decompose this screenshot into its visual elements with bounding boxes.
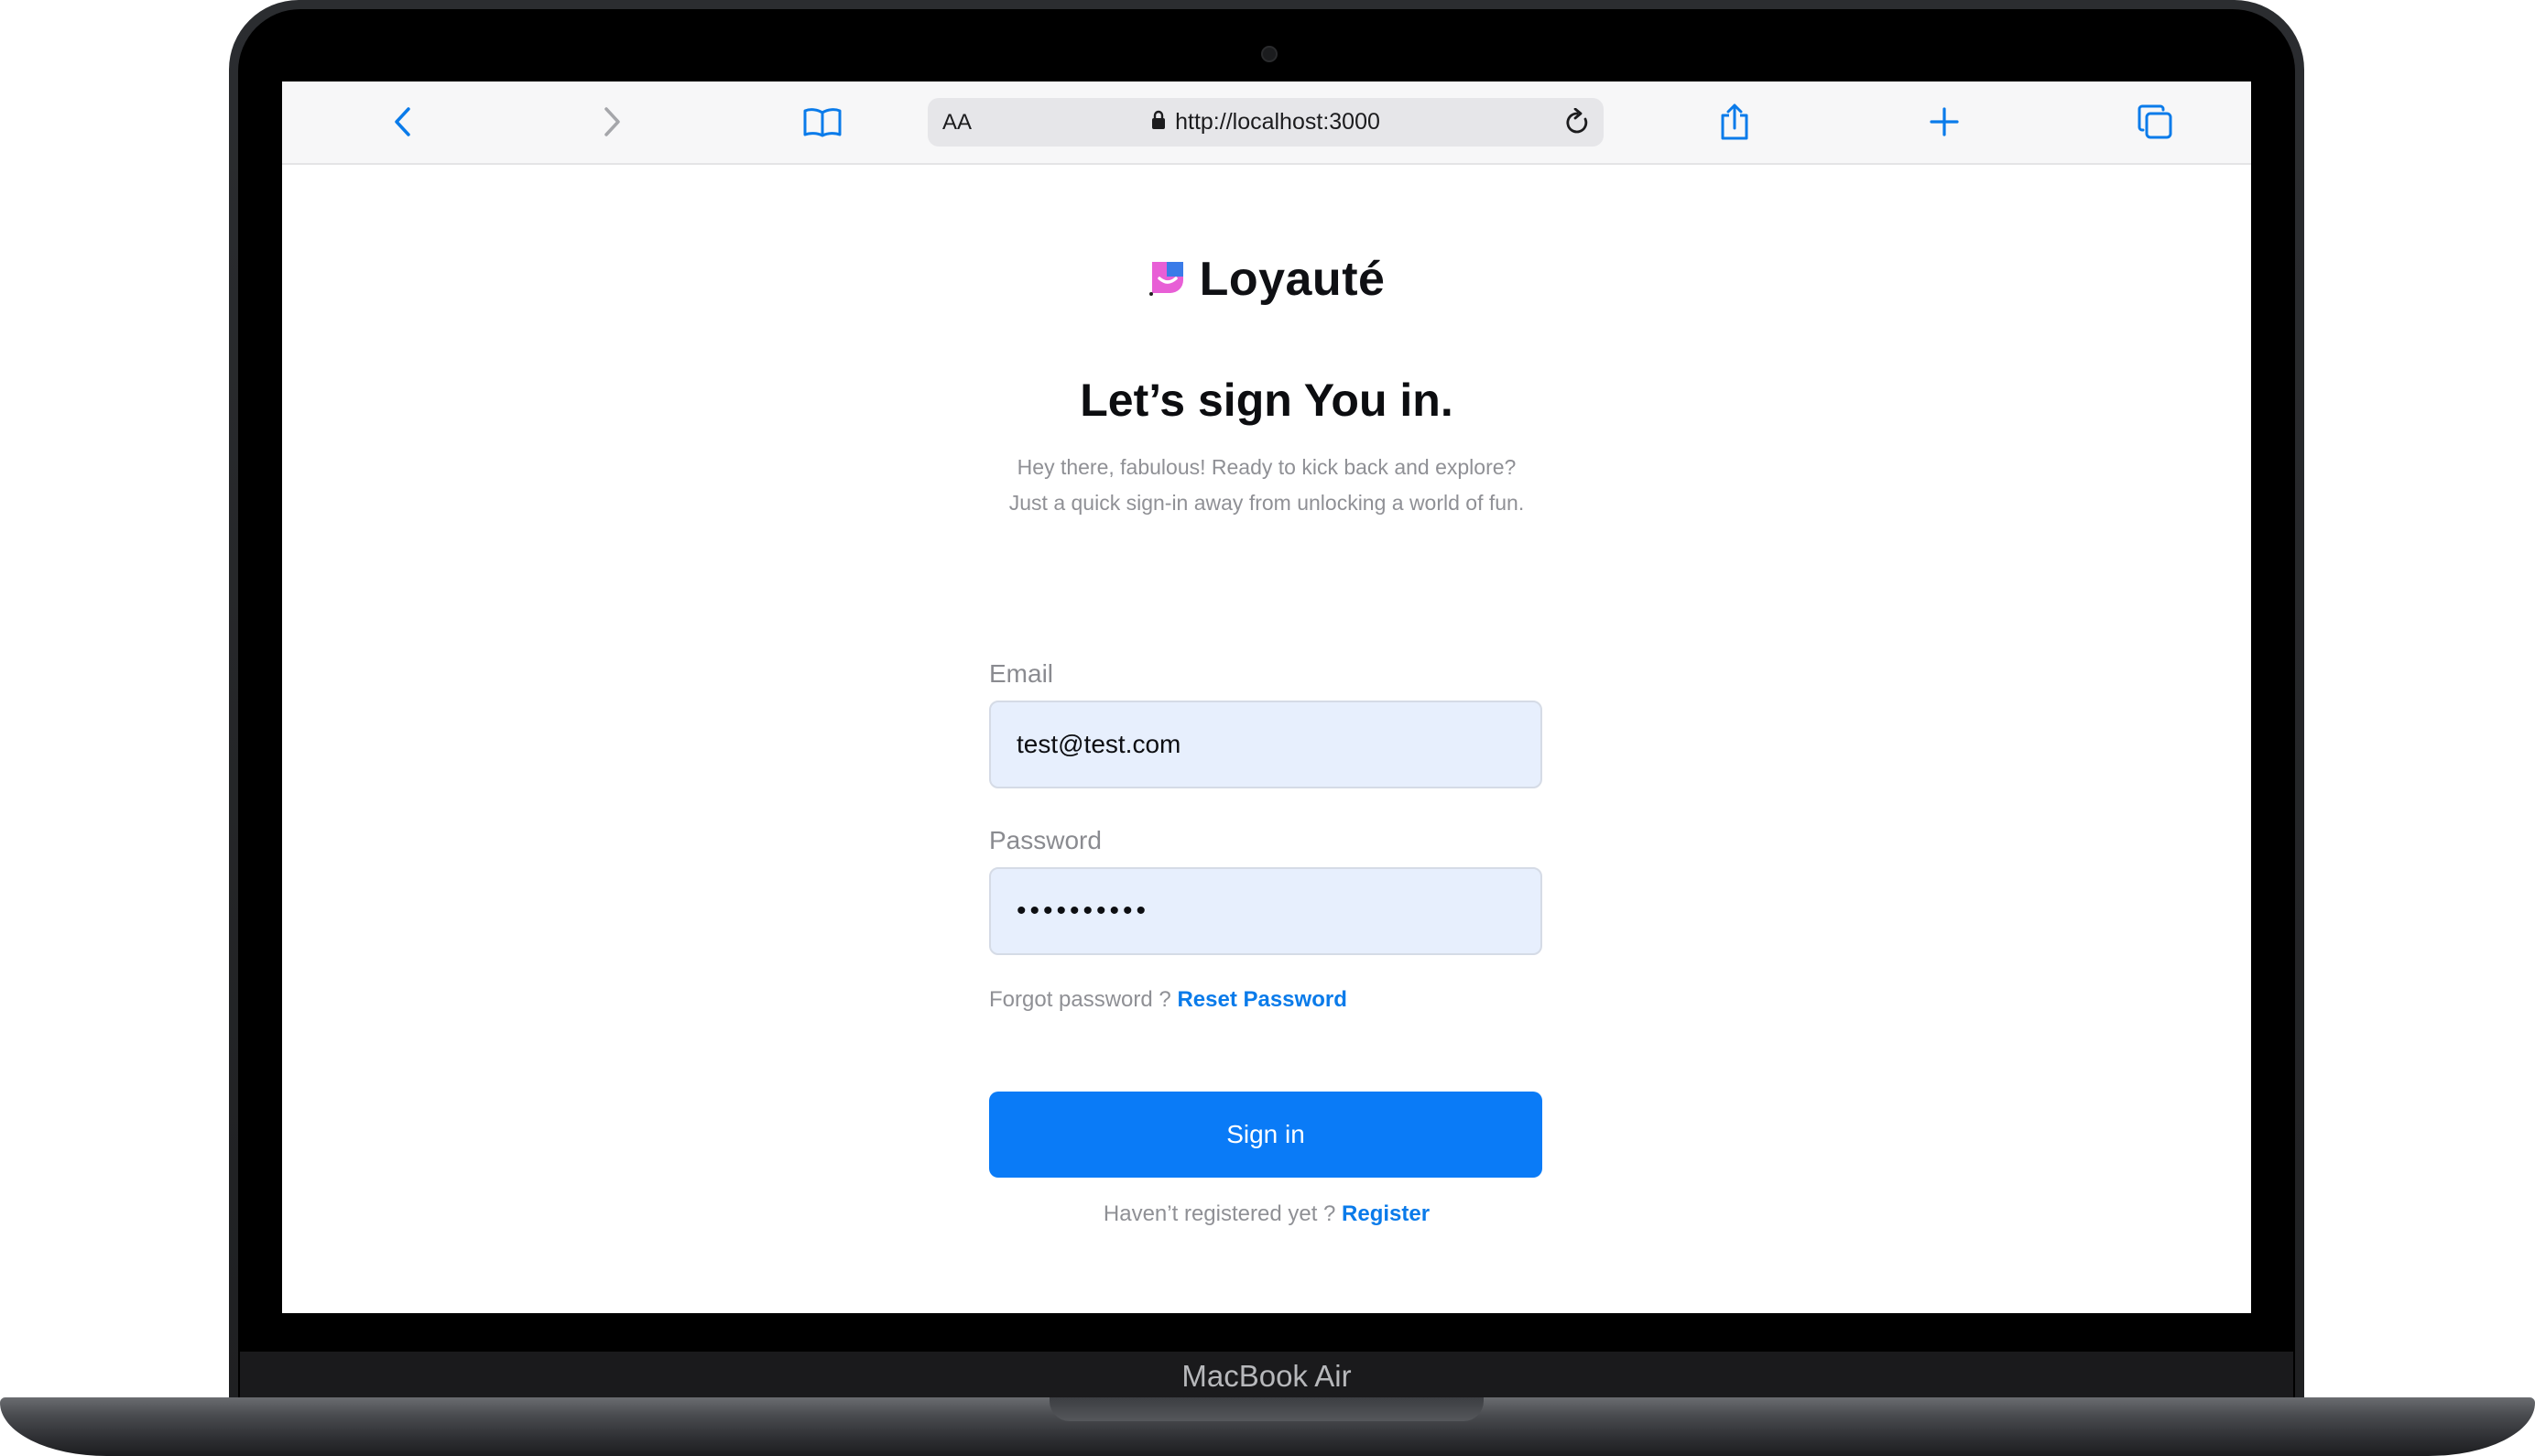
url-text: http://localhost:3000 [1175, 109, 1380, 135]
reset-password-link[interactable]: Reset Password [1177, 987, 1346, 1012]
new-tab-plus-icon[interactable] [1920, 98, 1968, 146]
subtitle-line-1: Hey there, fabulous! Ready to kick back … [1017, 455, 1517, 479]
brand-name: Loyauté [1199, 253, 1386, 306]
brand-header: Loyauté [282, 252, 2251, 307]
forgot-password-row: Forgot password ? Reset Password [989, 987, 1347, 1013]
sign-in-button[interactable]: Sign in [989, 1092, 1542, 1178]
camera-icon [1261, 46, 1278, 62]
reload-icon[interactable] [1560, 105, 1594, 140]
forward-chevron-icon[interactable] [588, 98, 636, 146]
tabs-overview-icon[interactable] [2131, 98, 2179, 146]
subtitle-line-2: Just a quick sign-in away from unlocking… [1008, 491, 1525, 515]
register-link[interactable]: Register [1342, 1201, 1430, 1226]
register-row: Haven’t registered yet ? Register [282, 1201, 2251, 1227]
page-title: Let’s sign You in. [1080, 375, 1453, 426]
loyaute-logo-icon [1148, 258, 1187, 301]
url-display: http://localhost:3000 [928, 98, 1604, 147]
bookmarks-book-icon[interactable] [799, 98, 846, 146]
password-label: Password [989, 826, 1102, 854]
screen: AA http://localhost:3000 Loyauté Let’s s… [282, 81, 2251, 1313]
back-chevron-icon[interactable] [379, 98, 427, 146]
device-model-label: MacBook Air [1181, 1359, 1352, 1393]
forgot-password-text: Forgot password ? [989, 987, 1171, 1012]
lock-icon [1151, 110, 1166, 135]
password-field[interactable]: •••••••••• [989, 867, 1542, 955]
email-label: Email [989, 659, 1054, 688]
browser-toolbar: AA http://localhost:3000 [282, 81, 2251, 165]
laptop-hinge-notch [1050, 1397, 1484, 1421]
login-page: Loyauté Let’s sign You in. Hey there, fa… [282, 165, 2251, 1313]
share-icon[interactable] [1711, 98, 1758, 146]
register-prompt-text: Haven’t registered yet ? [1103, 1201, 1336, 1226]
address-bar[interactable]: AA http://localhost:3000 [928, 98, 1604, 147]
email-field[interactable]: test@test.com [989, 701, 1542, 788]
